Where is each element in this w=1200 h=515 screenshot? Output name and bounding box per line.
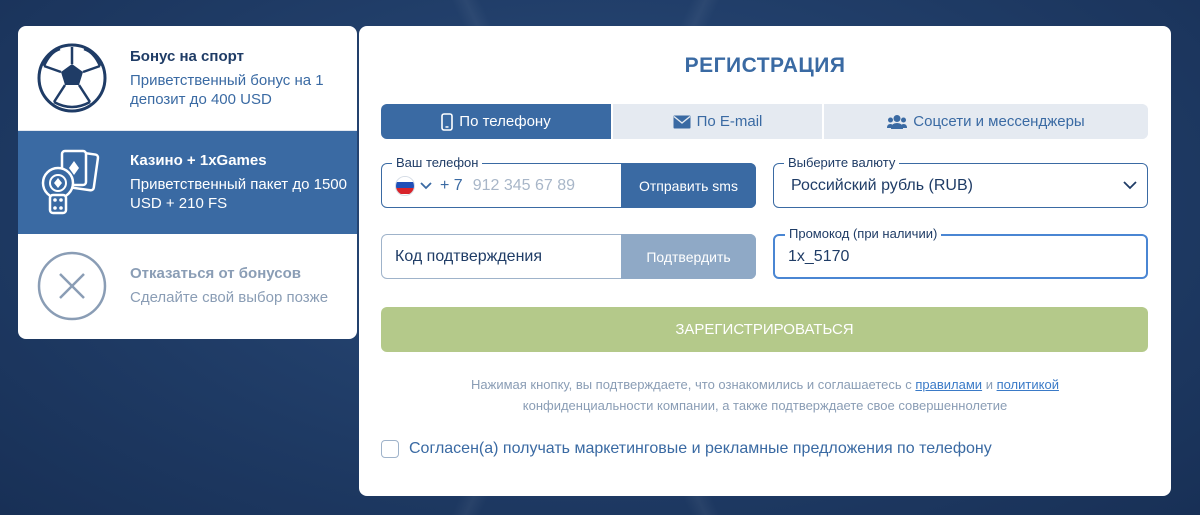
- page-title: РЕГИСТРАЦИЯ: [684, 54, 846, 77]
- phone-input[interactable]: [472, 176, 613, 195]
- soccer-ball-icon: [37, 43, 107, 113]
- confirmation-code-field: Подтвердить: [381, 234, 756, 279]
- bonus-panel: Бонус на спорт Приветственный бонус на 1…: [18, 26, 357, 339]
- marketing-consent[interactable]: Согласен(а) получать маркетинговые и рек…: [381, 440, 992, 458]
- confirmation-code-input[interactable]: [395, 247, 615, 266]
- registration-tabs: По телефону По E-mail Соцсети и мессендж…: [381, 104, 1148, 139]
- tab-label: По E-mail: [696, 113, 763, 130]
- bonus-title: Отказаться от бонусов: [130, 265, 301, 282]
- field-label: Выберите валюту: [784, 155, 900, 171]
- field-label: Промокод (при наличии): [785, 226, 942, 242]
- bonus-description: Сделайте свой выбор позже: [130, 289, 329, 306]
- promo-code-field: Промокод (при наличии): [773, 226, 1148, 279]
- legal-notice: Нажимая кнопку, вы подтверждаете, что оз…: [419, 374, 1111, 416]
- chevron-down-icon: [1123, 181, 1137, 190]
- bonus-title: Казино + 1xGames: [130, 152, 267, 169]
- chevron-down-icon[interactable]: [420, 181, 432, 190]
- consent-label: Согласен(а) получать маркетинговые и рек…: [409, 440, 992, 457]
- bonus-option-decline[interactable]: Отказаться от бонусов Сделайте свой выбо…: [18, 234, 357, 338]
- policy-link[interactable]: политикой: [997, 377, 1059, 392]
- russia-flag-icon[interactable]: [395, 175, 415, 196]
- phone-field: Ваш телефон + 7 Отправить sms: [381, 155, 756, 208]
- bonus-option-sport[interactable]: Бонус на спорт Приветственный бонус на 1…: [18, 26, 357, 130]
- tab-label: По телефону: [459, 113, 551, 130]
- confirm-button[interactable]: Подтвердить: [621, 234, 756, 279]
- marketing-consent-checkbox[interactable]: [381, 440, 399, 458]
- bonus-title: Бонус на спорт: [130, 47, 244, 65]
- send-sms-button[interactable]: Отправить sms: [621, 163, 756, 208]
- tab-email[interactable]: По E-mail: [611, 104, 822, 139]
- promo-code-input[interactable]: [788, 247, 1128, 266]
- envelope-icon: [673, 115, 691, 128]
- tab-phone[interactable]: По телефону: [381, 104, 611, 139]
- users-icon: [887, 114, 908, 129]
- register-button[interactable]: ЗАРЕГИСТРИРОВАТЬСЯ: [381, 307, 1148, 352]
- field-label: Ваш телефон: [392, 155, 483, 171]
- tab-label: Соцсети и мессенджеры: [913, 113, 1085, 130]
- legal-text: и: [982, 377, 997, 392]
- currency-select[interactable]: Выберите валюту Российский рубль (RUB): [773, 155, 1148, 208]
- tab-social[interactable]: Соцсети и мессенджеры: [822, 104, 1148, 139]
- registration-panel: РЕГИСТРАЦИЯ По телефону По E-mail Соцсет…: [359, 26, 1171, 496]
- bonus-description: Приветственный бонус на 1 депозит до 400…: [130, 71, 324, 108]
- bonus-description: Приветственный пакет до 1500 USD + 210 F…: [130, 176, 347, 212]
- close-circle-icon: [37, 251, 107, 321]
- bonus-option-casino[interactable]: Казино + 1xGames Приветственный пакет до…: [18, 130, 357, 234]
- legal-text: Нажимая кнопку, вы подтверждаете, что оз…: [471, 377, 916, 392]
- casino-cards-chip-dice-icon: [41, 149, 100, 214]
- phone-icon: [441, 112, 454, 131]
- rules-link[interactable]: правилами: [915, 377, 982, 392]
- currency-value: Российский рубль (RUB): [791, 176, 973, 194]
- legal-text: конфиденциальности компании, а также под…: [522, 398, 1008, 413]
- country-code: + 7: [440, 176, 463, 194]
